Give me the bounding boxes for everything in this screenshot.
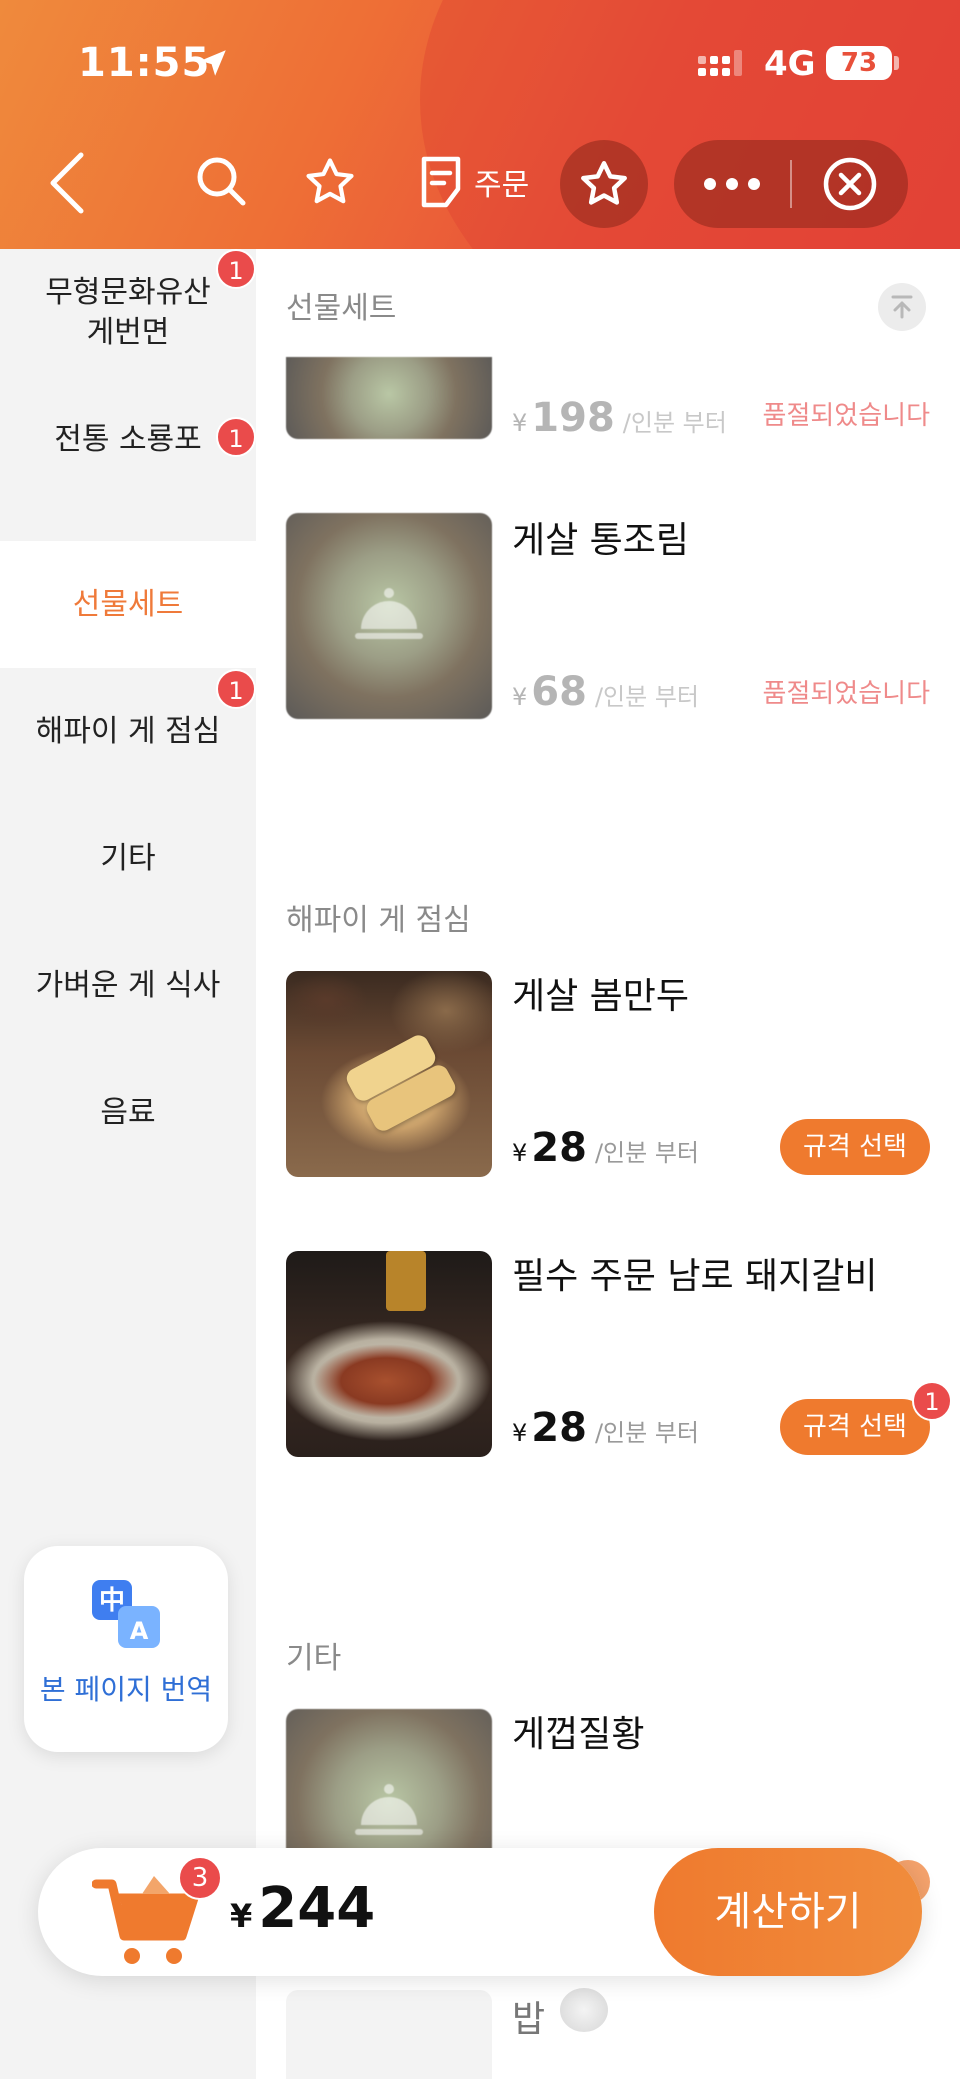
price-currency: ¥	[512, 1419, 528, 1447]
price-unit: /인분 부터	[594, 1139, 699, 1167]
sidebar-item-gift-set[interactable]: 선물세트	[0, 541, 256, 668]
price-currency: ¥	[512, 409, 528, 437]
price-value: 28	[531, 1125, 587, 1171]
price-value: 28	[531, 1405, 587, 1451]
more-icon	[704, 178, 760, 190]
translate-page-button[interactable]: 中 A 본 페이지 번역	[24, 1546, 228, 1752]
sidebar-item-label: 기타	[100, 840, 156, 876]
price-unit: /인분 부터	[594, 683, 699, 711]
item-name: 필수 주문 남로 돼지갈비	[512, 1256, 878, 1297]
favorite-button[interactable]	[298, 150, 362, 214]
price-unit: /인분 부터	[622, 409, 727, 437]
item-name: 게살 봄만두	[512, 976, 690, 1017]
sidebar-item-label: 음료	[100, 1094, 156, 1130]
arrow-to-top-icon	[891, 295, 913, 319]
price-unit: /인분 부터	[594, 1419, 699, 1447]
collect-star-button[interactable]	[560, 140, 648, 228]
checkout-button[interactable]: 계산하기	[654, 1848, 922, 1976]
cart-count-badge: 3	[178, 1856, 222, 1900]
scroll-top-button[interactable]	[878, 283, 926, 331]
price-value: 68	[531, 669, 587, 715]
section-title-other: 기타	[286, 1641, 342, 1676]
sidebar-item-drinks[interactable]: 음료	[0, 1049, 256, 1176]
order-button[interactable]: 주문	[418, 150, 548, 214]
sidebar-badge: 1	[216, 249, 256, 289]
item-image[interactable]	[286, 1251, 492, 1457]
item-price: ¥ 28 /인분 부터	[512, 1405, 699, 1451]
price-value: 198	[531, 395, 615, 441]
item-name: 밥	[512, 1999, 546, 2040]
item-price: ¥ 198 /인분 부터	[512, 395, 727, 441]
sold-out-label: 품절되었습니다	[762, 679, 930, 709]
section-title-gift-set: 선물세트	[286, 291, 397, 326]
network-label: 4G	[764, 44, 816, 84]
signal-icon	[698, 50, 742, 76]
location-arrow-icon	[200, 50, 226, 76]
sidebar-item-label: 가벼운 게 식사	[35, 967, 221, 1003]
sold-out-label: 품절되었습니다	[762, 401, 930, 431]
close-button[interactable]	[792, 140, 908, 228]
top-header: 11:55 4G 73 주문	[0, 0, 960, 249]
order-list-icon	[421, 156, 461, 208]
star-icon	[306, 158, 354, 204]
spec-count-badge: 1	[912, 1381, 952, 1421]
sidebar-item-label: 해파이 게 점심	[35, 713, 221, 749]
select-spec-button[interactable]: 규격 선택	[780, 1399, 930, 1455]
translate-label: 본 페이지 번역	[39, 1673, 213, 1706]
battery-tip	[894, 56, 899, 70]
item-image[interactable]	[286, 1990, 492, 2079]
back-button[interactable]	[40, 145, 94, 221]
cart-total: ¥ 244	[230, 1876, 375, 1941]
svg-text:A: A	[130, 1617, 149, 1645]
sidebar-item-other[interactable]: 기타	[0, 795, 256, 922]
section-title-crab-lunch: 해파이 게 점심	[286, 903, 471, 938]
item-image[interactable]	[286, 513, 492, 719]
sidebar-badge: 1	[216, 669, 256, 709]
select-spec-button[interactable]: 규격 선택	[780, 1119, 930, 1175]
battery-level: 73	[826, 46, 892, 80]
food-placeholder-icon	[355, 588, 423, 639]
cart-bar: 3 ¥ 244 계산하기	[38, 1848, 922, 1976]
back-icon	[50, 152, 84, 214]
food-placeholder-icon	[355, 1784, 423, 1835]
item-name: 게살 통조림	[512, 520, 690, 561]
close-circle-icon	[823, 157, 877, 211]
order-label: 주문	[474, 168, 530, 203]
cart-currency: ¥	[230, 1897, 253, 1935]
item-price: ¥ 28 /인분 부터	[512, 1125, 699, 1171]
star-icon	[581, 161, 627, 205]
sidebar-item-label: 선물세트	[72, 586, 184, 622]
item-image[interactable]	[286, 357, 492, 439]
item-price: ¥ 68 /인분 부터	[512, 669, 699, 715]
bottle-shape	[386, 1251, 426, 1311]
svg-text:中: 中	[99, 1586, 125, 1616]
sidebar-item-label: 전통 소룡포	[54, 421, 202, 457]
sidebar-badge: 1	[216, 417, 256, 457]
menu-content: 선물세트 ¥ 198 /인분 부터 품절되었습니다 게살 통조림 ¥ 68 /인…	[256, 249, 960, 2079]
cart-total-value: 244	[258, 1876, 376, 1941]
item-name: 게껍질황	[512, 1714, 645, 1755]
status-time: 11:55	[78, 40, 211, 86]
search-button[interactable]	[190, 150, 252, 212]
search-icon	[197, 157, 246, 206]
more-button[interactable]	[674, 140, 790, 228]
sidebar-item-label: 무형문화유산 게번면	[45, 274, 211, 350]
item-image[interactable]	[286, 971, 492, 1177]
sidebar-item-light-crab-meal[interactable]: 가벼운 게 식사	[0, 922, 256, 1049]
price-currency: ¥	[512, 1139, 528, 1167]
rice-bowl-icon	[560, 1988, 608, 2032]
category-sidebar: 무형문화유산 게번면 1 전통 소룡포 1 선물세트 해파이 게 점심 1 기타…	[0, 249, 256, 2079]
price-currency: ¥	[512, 683, 528, 711]
translate-icon: 中 A	[92, 1580, 160, 1648]
